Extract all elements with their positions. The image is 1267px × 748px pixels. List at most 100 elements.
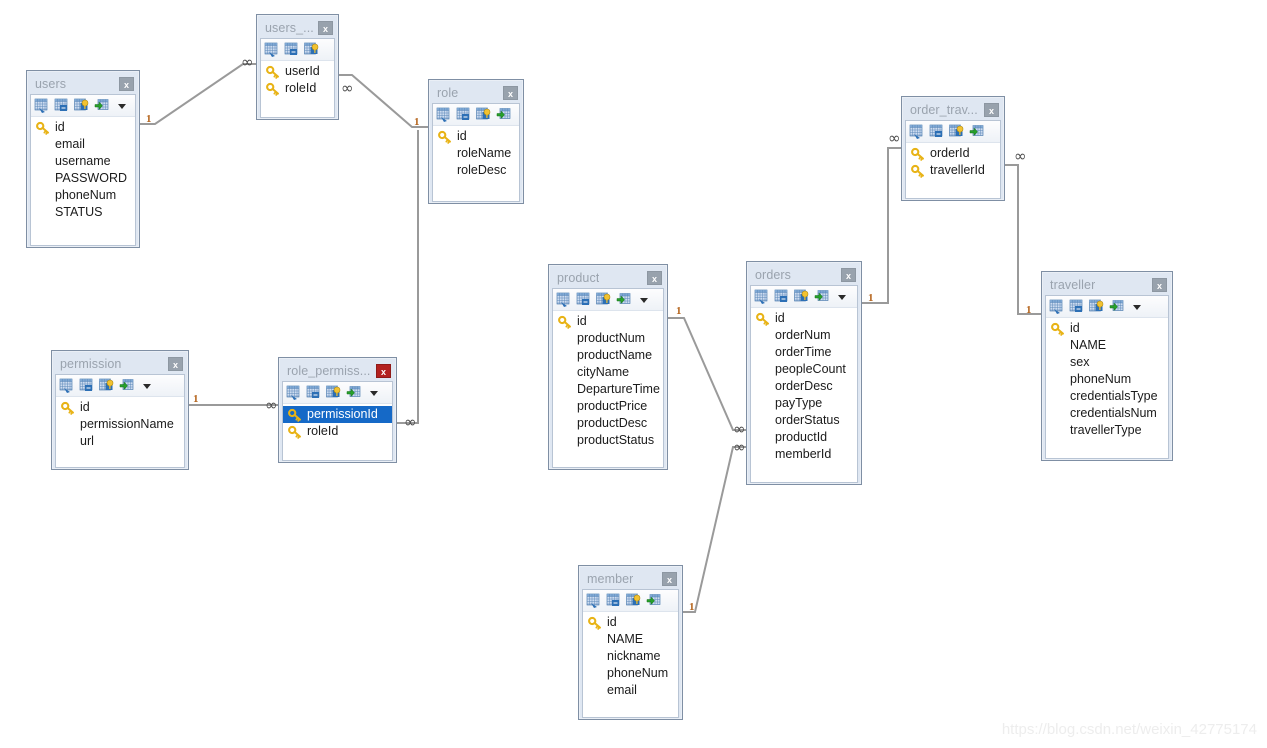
new-table-icon[interactable] (1049, 299, 1065, 315)
add-column-icon[interactable] (346, 385, 362, 401)
entity-titlebar[interactable]: member x (582, 569, 679, 589)
entity-field-row[interactable]: phoneNum (583, 665, 678, 682)
entity-field-row[interactable]: phoneNum (1046, 371, 1168, 388)
entity-field-row[interactable]: productName (553, 347, 663, 364)
dropdown-arrow-icon[interactable] (636, 292, 652, 308)
entity-table-order_traveller[interactable]: order_trav... x orderId travellerId (901, 96, 1005, 201)
entity-field-row[interactable]: orderDesc (751, 378, 857, 395)
primary-key-icon[interactable] (794, 289, 810, 305)
entity-field-row[interactable]: orderId (906, 145, 1000, 162)
entity-field-row[interactable]: id (751, 310, 857, 327)
entity-table-role_permission[interactable]: role_permiss... x permissionId roleId (278, 357, 397, 463)
new-table-icon[interactable] (34, 98, 50, 114)
entity-field-row[interactable]: userId (261, 63, 334, 80)
table-detail-icon[interactable] (929, 124, 945, 140)
entity-titlebar[interactable]: permission x (55, 354, 185, 374)
table-detail-icon[interactable] (284, 42, 300, 58)
entity-field-row[interactable]: NAME (583, 631, 678, 648)
entity-toolbar[interactable] (583, 590, 678, 612)
entity-table-member[interactable]: member x id NAME nickname phoneNum email (578, 565, 683, 720)
dropdown-arrow-icon[interactable] (114, 98, 130, 114)
close-icon[interactable]: x (984, 103, 999, 117)
primary-key-icon[interactable] (949, 124, 965, 140)
entity-field-row[interactable]: orderNum (751, 327, 857, 344)
add-column-icon[interactable] (119, 378, 135, 394)
new-table-icon[interactable] (556, 292, 572, 308)
entity-field-row[interactable]: email (31, 136, 135, 153)
entity-field-row[interactable]: orderTime (751, 344, 857, 361)
table-detail-icon[interactable] (774, 289, 790, 305)
entity-field-row[interactable]: memberId (751, 446, 857, 463)
table-detail-icon[interactable] (606, 593, 622, 609)
add-column-icon[interactable] (94, 98, 110, 114)
entity-table-role[interactable]: role x id roleName roleDesc (428, 79, 524, 204)
entity-titlebar[interactable]: product x (552, 268, 664, 288)
entity-field-row[interactable]: email (583, 682, 678, 699)
entity-titlebar[interactable]: orders x (750, 265, 858, 285)
entity-field-row[interactable]: PASSWORD (31, 170, 135, 187)
entity-field-row[interactable]: id (433, 128, 519, 145)
primary-key-icon[interactable] (99, 378, 115, 394)
add-column-icon[interactable] (814, 289, 830, 305)
add-column-icon[interactable] (616, 292, 632, 308)
entity-field-row[interactable]: url (56, 433, 184, 450)
entity-titlebar[interactable]: users_... x (260, 18, 335, 38)
entity-titlebar[interactable]: order_trav... x (905, 100, 1001, 120)
entity-field-row[interactable]: roleId (261, 80, 334, 97)
entity-field-row[interactable]: permissionName (56, 416, 184, 433)
entity-field-row[interactable]: username (31, 153, 135, 170)
table-detail-icon[interactable] (79, 378, 95, 394)
new-table-icon[interactable] (264, 42, 280, 58)
close-icon[interactable]: x (503, 86, 518, 100)
entity-field-row[interactable]: phoneNum (31, 187, 135, 204)
entity-field-row[interactable]: permissionId (283, 406, 392, 423)
entity-field-row[interactable]: sex (1046, 354, 1168, 371)
entity-field-row[interactable]: id (31, 119, 135, 136)
primary-key-icon[interactable] (626, 593, 642, 609)
new-table-icon[interactable] (59, 378, 75, 394)
close-icon[interactable]: x (168, 357, 183, 371)
primary-key-icon[interactable] (596, 292, 612, 308)
entity-field-row[interactable]: id (56, 399, 184, 416)
new-table-icon[interactable] (586, 593, 602, 609)
entity-table-users[interactable]: users x id email username PASSWORD phoneNum STA… (26, 70, 140, 248)
entity-field-row[interactable]: id (583, 614, 678, 631)
dropdown-arrow-icon[interactable] (1129, 299, 1145, 315)
new-table-icon[interactable] (754, 289, 770, 305)
entity-table-users_role[interactable]: users_... x userId roleId (256, 14, 339, 120)
add-column-icon[interactable] (646, 593, 662, 609)
entity-field-row[interactable]: STATUS (31, 204, 135, 221)
primary-key-icon[interactable] (74, 98, 90, 114)
primary-key-icon[interactable] (1089, 299, 1105, 315)
close-icon[interactable]: x (647, 271, 662, 285)
add-column-icon[interactable] (496, 107, 512, 123)
table-detail-icon[interactable] (54, 98, 70, 114)
entity-toolbar[interactable] (906, 121, 1000, 143)
entity-titlebar[interactable]: traveller x (1045, 275, 1169, 295)
entity-field-row[interactable]: productStatus (553, 432, 663, 449)
table-detail-icon[interactable] (456, 107, 472, 123)
entity-field-row[interactable]: productDesc (553, 415, 663, 432)
table-detail-icon[interactable] (1069, 299, 1085, 315)
entity-field-row[interactable]: nickname (583, 648, 678, 665)
entity-field-row[interactable]: productNum (553, 330, 663, 347)
close-icon[interactable]: x (376, 364, 391, 378)
entity-field-row[interactable]: DepartureTime (553, 381, 663, 398)
add-column-icon[interactable] (969, 124, 985, 140)
dropdown-arrow-icon[interactable] (366, 385, 382, 401)
entity-toolbar[interactable] (433, 104, 519, 126)
entity-field-row[interactable]: productId (751, 429, 857, 446)
entity-titlebar[interactable]: users x (30, 74, 136, 94)
table-detail-icon[interactable] (576, 292, 592, 308)
entity-field-row[interactable]: credentialsType (1046, 388, 1168, 405)
entity-field-row[interactable]: orderStatus (751, 412, 857, 429)
entity-toolbar[interactable] (751, 286, 857, 308)
new-table-icon[interactable] (436, 107, 452, 123)
entity-table-traveller[interactable]: traveller x id NAME sex phoneNum credentialsTy… (1041, 271, 1173, 461)
entity-toolbar[interactable] (553, 289, 663, 311)
new-table-icon[interactable] (909, 124, 925, 140)
entity-field-row[interactable]: credentialsNum (1046, 405, 1168, 422)
close-icon[interactable]: x (841, 268, 856, 282)
entity-field-row[interactable]: roleId (283, 423, 392, 440)
entity-field-row[interactable]: travellerId (906, 162, 1000, 179)
